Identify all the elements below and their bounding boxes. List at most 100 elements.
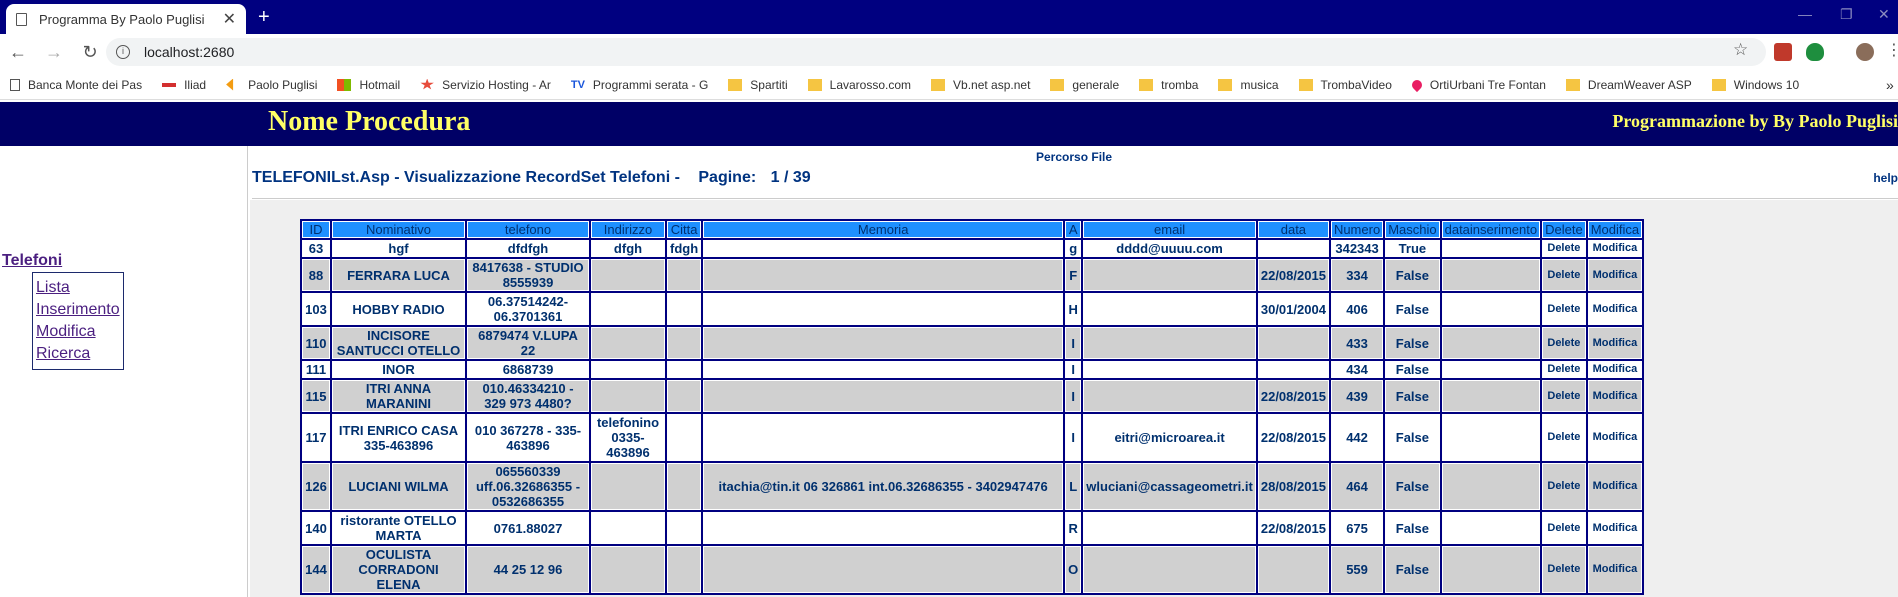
- sidebar-item-lista[interactable]: Lista: [36, 277, 123, 299]
- sidebar-heading[interactable]: Telefoni: [2, 252, 62, 270]
- bookmark-item[interactable]: tromba: [1139, 78, 1198, 92]
- column-header[interactable]: ID: [302, 221, 330, 238]
- table-cell: 117: [302, 414, 330, 461]
- table-cell: 44 25 12 96: [467, 546, 589, 593]
- table-cell: [1441, 546, 1541, 593]
- delete-link[interactable]: Delete: [1542, 463, 1586, 510]
- bookmark-label: Windows 10: [1733, 77, 1800, 92]
- modifica-link[interactable]: Modifica: [1587, 463, 1643, 510]
- bookmark-item[interactable]: Hotmail: [337, 78, 400, 92]
- help-link[interactable]: help: [1873, 171, 1898, 185]
- bookmark-item[interactable]: Vb.net asp.net: [931, 78, 1030, 92]
- bookmark-item[interactable]: DreamWeaver ASP: [1565, 77, 1692, 92]
- more-bookmarks-icon[interactable]: »: [1886, 77, 1894, 93]
- bookmark-item[interactable]: musica: [1218, 78, 1279, 92]
- table-cell: 63: [302, 240, 330, 257]
- table-cell: False: [1385, 546, 1440, 593]
- table-cell: F: [1065, 259, 1082, 291]
- table-cell: HOBBY RADIO: [332, 293, 465, 325]
- column-header[interactable]: Memoria: [703, 221, 1064, 238]
- bookmarks-bar: Banca Monte dei Pas Iliad Paolo Puglisi Hot…: [0, 70, 1898, 100]
- delete-link[interactable]: Delete: [1542, 293, 1586, 325]
- modifica-link[interactable]: Modifica: [1587, 512, 1643, 544]
- table-cell: 88: [302, 259, 330, 291]
- back-icon[interactable]: ←: [0, 42, 36, 63]
- column-header[interactable]: Delete: [1542, 221, 1586, 238]
- bookmark-item[interactable]: Lavarosso.com: [807, 78, 911, 92]
- bookmark-item[interactable]: Windows 10: [1711, 77, 1800, 92]
- delete-link[interactable]: Delete: [1542, 512, 1586, 544]
- bookmark-item[interactable]: TrombaVideo: [1298, 78, 1392, 92]
- menu-icon[interactable]: ⋮: [1886, 40, 1898, 60]
- table-cell: [591, 463, 665, 510]
- bookmark-item[interactable]: Banca Monte dei Pas: [10, 78, 142, 92]
- sidebar-item-inserimento[interactable]: Inserimento: [36, 299, 123, 321]
- delete-link[interactable]: Delete: [1542, 259, 1586, 291]
- maximize-icon[interactable]: ❐: [1840, 6, 1853, 23]
- bookmark-label: Servizio Hosting - Ar: [442, 77, 551, 92]
- modifica-link[interactable]: Modifica: [1587, 259, 1643, 291]
- sidebar-item-modifica[interactable]: Modifica: [36, 321, 123, 343]
- table-cell: 30/01/2004: [1257, 293, 1329, 325]
- pdf-extension-icon[interactable]: [1774, 43, 1792, 61]
- column-header[interactable]: Nominativo: [332, 221, 465, 238]
- column-header[interactable]: Numero: [1330, 221, 1384, 238]
- modifica-link[interactable]: Modifica: [1587, 380, 1643, 412]
- delete-link[interactable]: Delete: [1542, 240, 1586, 257]
- table-cell: FERRARA LUCA: [332, 259, 465, 291]
- modifica-link[interactable]: Modifica: [1587, 546, 1643, 593]
- bookmark-item[interactable]: Spartiti: [728, 78, 788, 92]
- shield-extension-icon[interactable]: [1806, 43, 1824, 61]
- sidebar-item-ricerca[interactable]: Ricerca: [36, 343, 123, 365]
- column-header[interactable]: Maschio: [1385, 221, 1440, 238]
- bookmark-star-icon[interactable]: ☆: [1733, 40, 1748, 60]
- bookmark-item[interactable]: OrtiUrbani Tre Fontan: [1409, 77, 1546, 92]
- bookmark-item[interactable]: Servizio Hosting - Ar: [420, 78, 551, 92]
- delete-link[interactable]: Delete: [1542, 414, 1586, 461]
- info-icon[interactable]: i: [116, 45, 130, 59]
- modifica-link[interactable]: Modifica: [1587, 414, 1643, 461]
- column-header[interactable]: email: [1083, 221, 1256, 238]
- close-window-icon[interactable]: ✕: [1878, 6, 1890, 23]
- delete-link[interactable]: Delete: [1542, 361, 1586, 378]
- table-cell: L: [1065, 463, 1082, 510]
- forward-icon[interactable]: →: [36, 42, 72, 63]
- table-cell: [703, 361, 1064, 378]
- bookmark-label: DreamWeaver ASP: [1587, 77, 1692, 92]
- folder-icon: [1139, 78, 1154, 91]
- column-header[interactable]: Modifica: [1587, 221, 1643, 238]
- modifica-link[interactable]: Modifica: [1587, 361, 1643, 378]
- modifica-link[interactable]: Modifica: [1587, 327, 1643, 359]
- modifica-link[interactable]: Modifica: [1587, 293, 1643, 325]
- table-cell: [703, 259, 1064, 291]
- minimize-icon[interactable]: —: [1798, 6, 1812, 22]
- column-header[interactable]: data: [1257, 221, 1329, 238]
- bookmark-item[interactable]: TV Programmi serata - G: [571, 78, 708, 92]
- delete-link[interactable]: Delete: [1542, 546, 1586, 593]
- delete-link[interactable]: Delete: [1542, 380, 1586, 412]
- address-bar[interactable]: i localhost:2680: [106, 38, 1766, 66]
- column-header[interactable]: Citta: [667, 221, 702, 238]
- table-cell: [591, 259, 665, 291]
- table-cell: 342343: [1330, 240, 1384, 257]
- avatar[interactable]: [1856, 43, 1874, 61]
- browser-tab[interactable]: Programma By Paolo Puglisi ✕: [6, 4, 246, 34]
- bookmark-item[interactable]: Paolo Puglisi: [226, 78, 317, 92]
- close-tab-icon[interactable]: ✕: [223, 9, 236, 29]
- table-row: 88 FERRARA LUCA 8417638 - STUDIO 8555939 F 2…: [302, 259, 1643, 291]
- new-tab-button[interactable]: +: [258, 6, 270, 29]
- column-header[interactable]: telefono: [467, 221, 589, 238]
- bookmark-item[interactable]: Iliad: [162, 78, 206, 92]
- delete-link[interactable]: Delete: [1542, 327, 1586, 359]
- bookmark-item[interactable]: generale: [1050, 78, 1119, 92]
- table-cell: dfgh: [591, 240, 665, 257]
- table-cell: [1441, 293, 1541, 325]
- table-row: 115 ITRI ANNA MARANINI 010.46334210 - 329 …: [302, 380, 1643, 412]
- column-header[interactable]: datainserimento: [1441, 221, 1541, 238]
- column-header[interactable]: A: [1065, 221, 1082, 238]
- reload-icon[interactable]: ↻: [72, 42, 108, 63]
- modifica-link[interactable]: Modifica: [1587, 240, 1643, 257]
- folder-icon: [728, 78, 743, 91]
- table-cell: [591, 512, 665, 544]
- column-header[interactable]: Indirizzo: [591, 221, 665, 238]
